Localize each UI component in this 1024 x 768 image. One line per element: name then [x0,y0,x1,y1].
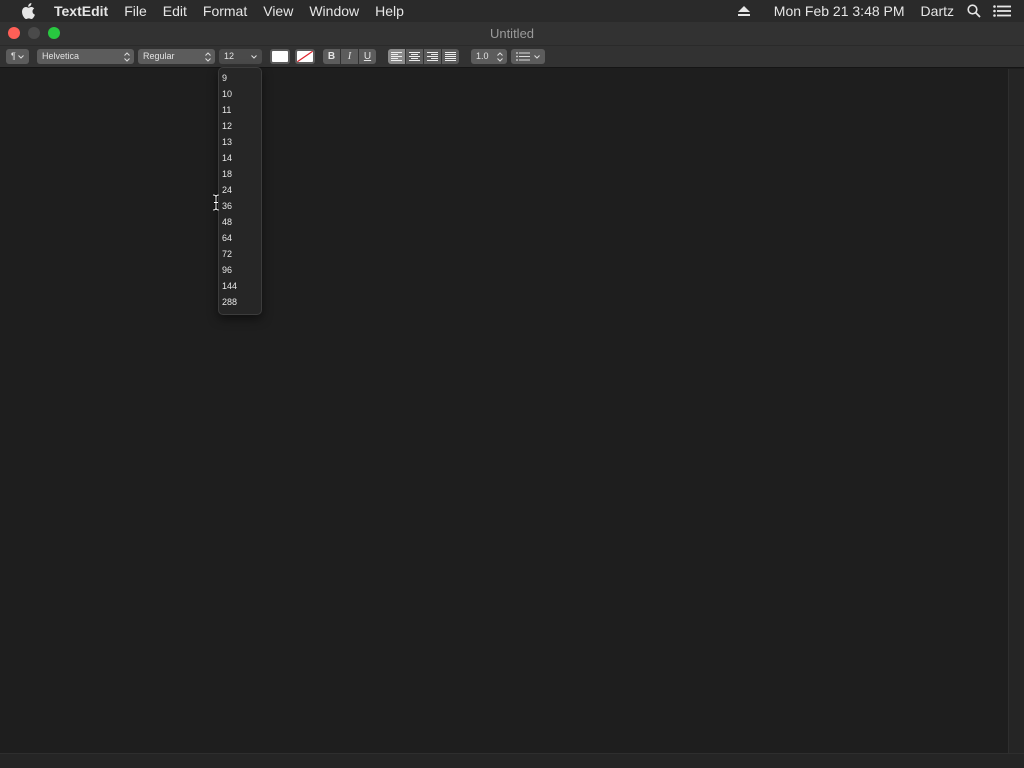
align-left-button[interactable] [388,49,405,64]
no-color-swatch [297,51,313,62]
close-window-button[interactable] [8,27,20,39]
font-style-popup[interactable]: Regular [138,49,215,64]
up-down-arrows-icon [123,49,131,64]
font-size-combo[interactable]: 12 [219,49,262,64]
font-size-option[interactable]: 10 [219,86,261,102]
chevron-down-icon[interactable] [250,49,258,64]
align-justify-icon [445,52,456,61]
chevron-down-icon [533,49,541,64]
font-style-value: Regular [143,51,175,61]
paragraph-icon: ¶ [11,51,16,61]
window-title: Untitled [489,26,535,41]
menu-file[interactable]: File [116,0,155,22]
font-size-option[interactable]: 24 [219,182,261,198]
window-title-bar[interactable]: Untitled [0,22,1024,46]
menu-edit[interactable]: Edit [155,0,195,22]
text-color-well[interactable] [270,49,290,64]
align-center-button[interactable] [406,49,423,64]
horizontal-scrollbar[interactable] [0,753,1024,768]
font-family-popup[interactable]: Helvetica [37,49,134,64]
font-size-option[interactable]: 72 [219,246,261,262]
notification-center-icon[interactable] [988,0,1016,22]
menu-help[interactable]: Help [367,0,412,22]
underline-button[interactable]: U [359,49,376,64]
list-bullets-popup[interactable] [511,49,545,64]
font-family-value: Helvetica [42,51,80,61]
line-spacing-value: 1.0 [476,51,489,61]
font-size-option[interactable]: 13 [219,134,261,150]
vertical-scrollbar[interactable] [1008,69,1024,753]
font-size-value: 12 [224,51,235,61]
justify-button[interactable] [442,49,459,64]
menu-view[interactable]: View [255,0,301,22]
menubar-user[interactable]: Dartz [915,0,960,22]
font-size-option[interactable]: 18 [219,166,261,182]
menu-app-name[interactable]: TextEdit [48,0,116,22]
font-size-option[interactable]: 9 [219,70,261,86]
font-size-option[interactable]: 12 [219,118,261,134]
paragraph-styles-popup[interactable]: ¶ [6,49,29,64]
minimize-window-button[interactable] [28,27,40,39]
menu-format[interactable]: Format [195,0,255,22]
menu-bar: TextEdit File Edit Format View Window He… [0,0,1024,22]
alignment-buttons [388,49,459,64]
apple-menu[interactable] [8,0,48,22]
font-size-option[interactable]: 36 [219,198,261,214]
line-spacing-popup[interactable]: 1.0 [471,49,507,64]
text-color-swatch [272,51,288,62]
align-center-icon [409,52,420,61]
align-right-button[interactable] [424,49,441,64]
font-size-option[interactable]: 64 [219,230,261,246]
font-size-option[interactable]: 288 [219,294,261,310]
spotlight-search-icon[interactable] [960,0,988,22]
up-down-arrows-icon [204,49,212,64]
font-size-option[interactable]: 14 [219,150,261,166]
apple-icon [22,3,35,19]
format-toolbar: ¶ Helvetica Regular 12 B I U 1.0 [0,46,1024,68]
font-size-option[interactable]: 11 [219,102,261,118]
font-size-option[interactable]: 96 [219,262,261,278]
bullet-list-icon [516,52,530,61]
font-size-menu: 9 10 11 12 13 14 18 24 36 48 64 72 96 14… [218,67,262,315]
zoom-window-button[interactable] [48,27,60,39]
align-left-icon [391,52,402,61]
chevron-down-icon [17,49,25,64]
background-color-well[interactable] [295,49,315,64]
font-size-option[interactable]: 144 [219,278,261,294]
align-right-icon [427,52,438,61]
menubar-clock[interactable]: Mon Feb 21 3:48 PM [768,0,911,22]
ibeam-cursor-icon [212,194,220,211]
text-editing-area[interactable] [0,69,1008,753]
bold-button[interactable]: B [323,49,340,64]
menu-window[interactable]: Window [301,0,367,22]
italic-button[interactable]: I [341,49,358,64]
up-down-arrows-icon [496,49,504,64]
text-style-buttons: B I U [323,49,376,64]
font-size-option[interactable]: 48 [219,214,261,230]
eject-icon[interactable] [730,0,758,22]
